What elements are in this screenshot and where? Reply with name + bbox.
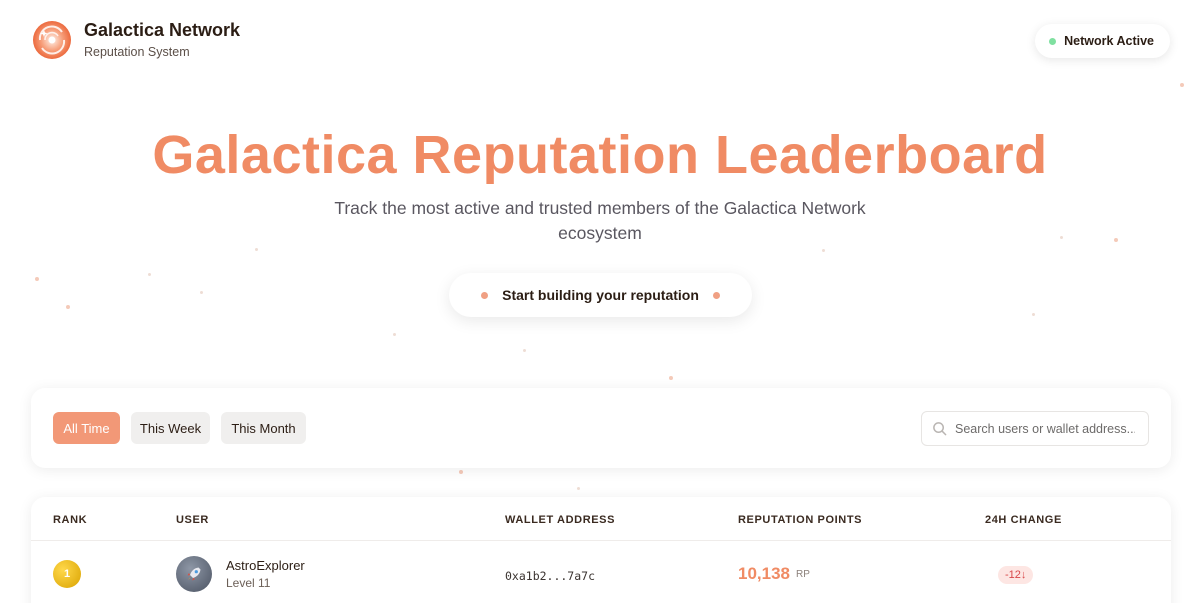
network-status-label: Network Active [1064,34,1154,48]
user-name[interactable]: AstroExplorer [226,558,305,573]
brand-subtitle: Reputation System [84,45,190,59]
tab-this-month[interactable]: This Month [221,412,306,444]
search-input[interactable] [955,421,1135,436]
rank-badge: 1 [53,560,81,588]
start-reputation-button[interactable]: Start building your reputation [449,273,752,317]
column-header-user[interactable]: USER [176,514,209,526]
reputation-points: 10,138 [738,564,790,583]
search-icon [933,422,947,436]
wallet-address[interactable]: 0xa1b2...7a7c [505,569,595,583]
column-header-change[interactable]: 24H CHANGE [985,514,1062,526]
points-unit: RP [796,569,810,580]
search-box[interactable] [921,411,1149,446]
brand-name: Galactica Network [84,20,241,40]
status-dot-icon [1049,37,1057,45]
cta-label: Start building your reputation [502,287,699,303]
column-header-points[interactable]: REPUTATION POINTS [738,514,862,526]
change-badge: -12↓ [998,566,1034,584]
avatar [176,556,212,592]
galaxy-logo-icon [33,21,71,59]
dot-icon [712,291,720,299]
rocket-icon [187,567,201,581]
network-status-badge: Network Active [1035,24,1170,58]
tab-all-time[interactable]: All Time [53,412,120,444]
leaderboard-table: RANK USER WALLET ADDRESS REPUTATION POIN… [31,497,1171,603]
filter-bar: All Time This Week This Month [31,388,1171,468]
tab-this-week[interactable]: This Week [131,412,210,444]
page-subtitle: Track the most active and trusted member… [334,198,866,243]
dot-icon [481,291,489,299]
brand[interactable]: Galactica Network Reputation System [32,19,240,61]
column-header-rank[interactable]: RANK [53,514,87,526]
page-title: Galactica Reputation Leaderboard [152,125,1048,185]
header-divider [31,540,1171,541]
user-level: Level 11 [226,576,271,590]
column-header-wallet[interactable]: WALLET ADDRESS [505,514,615,526]
